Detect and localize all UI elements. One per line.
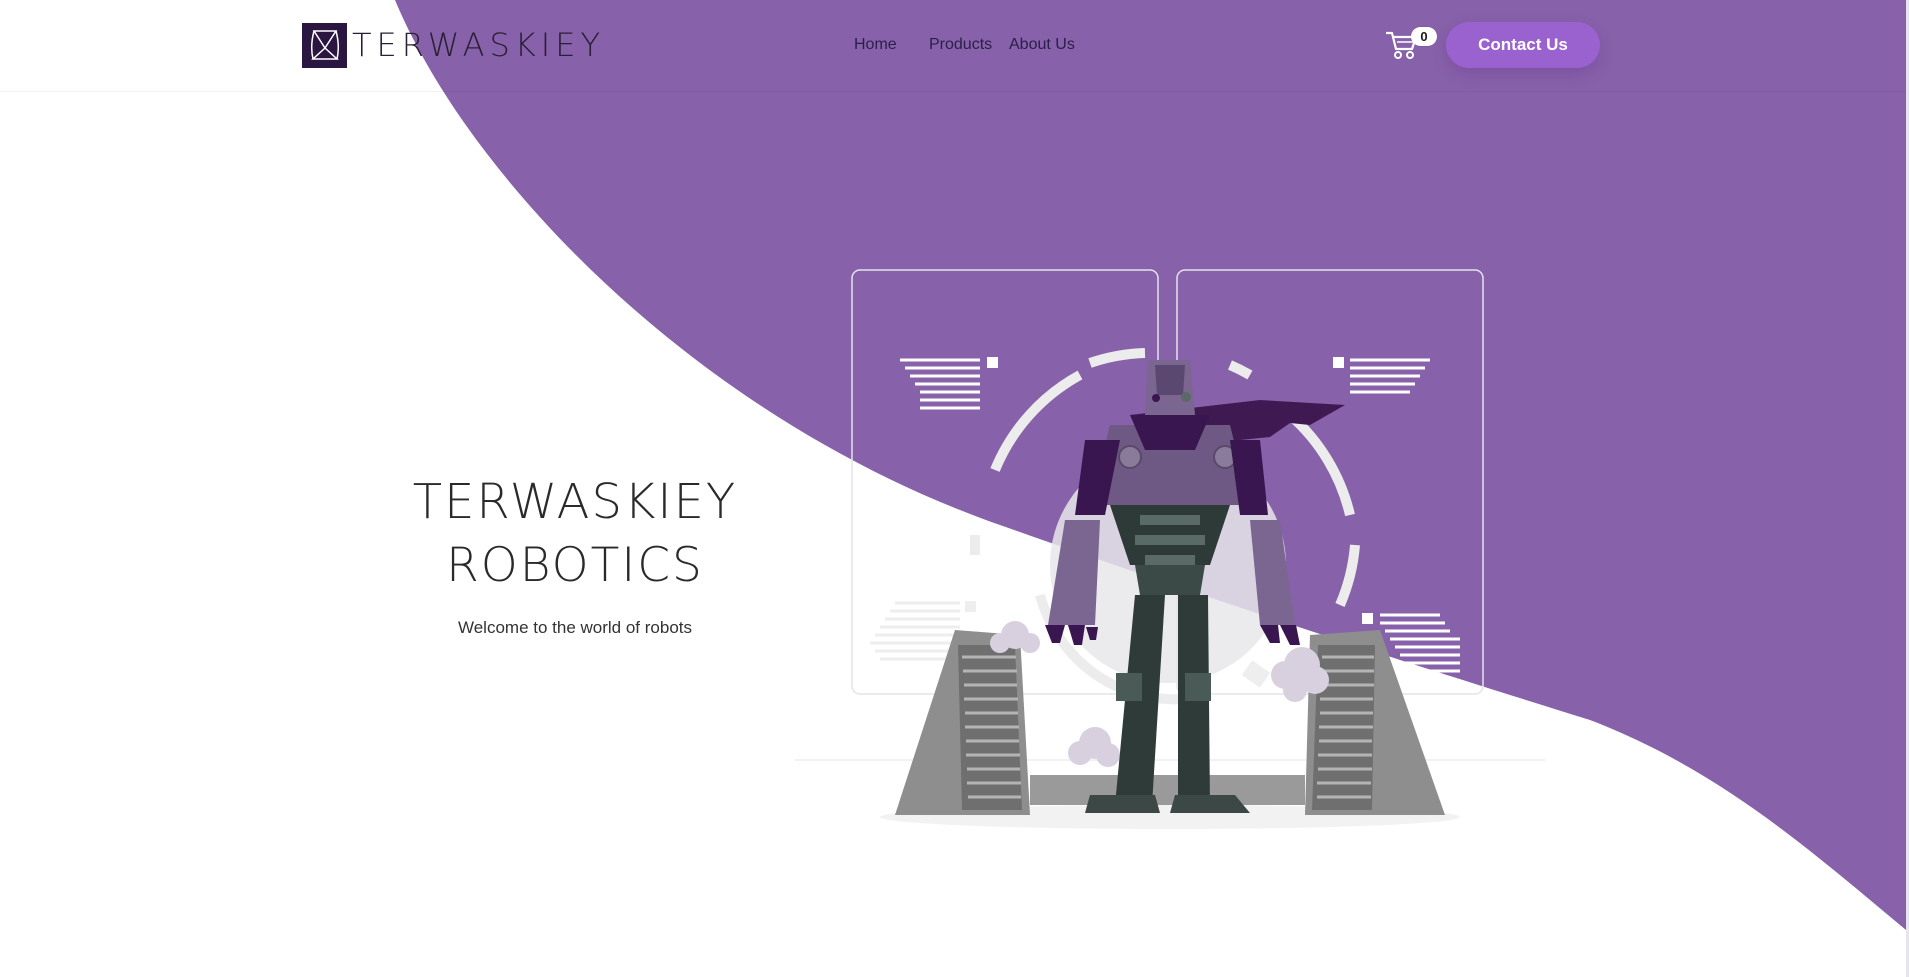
nav-item-about-us[interactable]: About Us	[1009, 36, 1075, 54]
logo[interactable]: TERWASKIEY	[302, 22, 605, 68]
contact-us-button[interactable]: Contact Us	[1446, 22, 1600, 68]
logo-mark-icon	[302, 22, 347, 68]
robot-illustration	[795, 269, 1545, 829]
logo-text: TERWASKIEY	[352, 26, 605, 64]
hero-subtitle: Welcome to the world of robots	[457, 618, 692, 637]
site-header: TERWASKIEY Home Products About Us 0 Cont…	[0, 0, 1906, 92]
nav-item-products[interactable]: Products	[929, 36, 992, 54]
hero-title-robotics: ROBOTICS	[446, 538, 704, 593]
cart-count-badge: 0	[1411, 27, 1437, 46]
nav-item-home[interactable]: Home	[854, 36, 897, 54]
hero-title: TERWASKIEY ROBOTICS	[395, 470, 755, 598]
hero-title-brand: TERWASKIEY	[412, 474, 738, 530]
